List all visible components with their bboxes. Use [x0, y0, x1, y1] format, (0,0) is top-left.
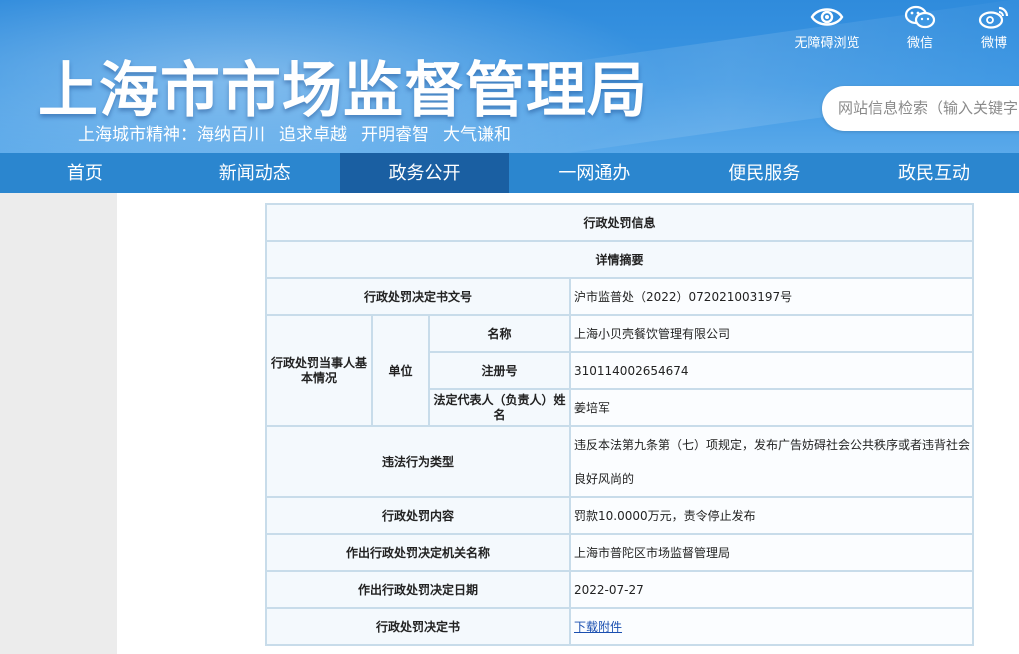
table-row: 行政处罚当事人基本情况 单位 名称 上海小贝壳餐饮管理有限公司 [265, 314, 975, 427]
table-subtitle: 详情摘要 [264, 240, 975, 279]
registration-label: 注册号 [428, 351, 571, 390]
registration-value: 310114002654674 [568, 351, 975, 390]
city-spirit-slogan: 上海城市精神：海纳百川 追求卓越 开明睿智 大气谦和 [78, 120, 525, 145]
spirit-phrase: 追求卓越 [279, 125, 347, 145]
site-title: 上海市市场监督管理局 [38, 56, 648, 126]
wechat-button[interactable]: 微信 [880, 4, 960, 51]
site-header: 上海市市场监督管理局 上海城市精神：海纳百川 追求卓越 开明睿智 大气谦和 无障碍浏览… [0, 0, 1019, 153]
decision-date-value: 2022-07-27 [568, 570, 975, 609]
authority-label: 作出行政处罚决定机关名称 [265, 533, 571, 572]
spirit-phrase: 海纳百川 [197, 125, 265, 145]
spirit-phrase: 开明睿智 [361, 125, 429, 145]
table-row: 行政处罚内容 罚款10.0000万元，责令停止发布 [265, 496, 975, 535]
nav-item-government-affairs[interactable]: 政务公开 [339, 153, 510, 193]
unit-label: 单位 [371, 314, 430, 427]
weibo-button[interactable]: 微博 [954, 4, 1019, 51]
site-search-input[interactable]: 网站信息检索（输入关键字 [822, 86, 1019, 131]
table-row: 作出行政处罚决定日期 2022-07-27 [265, 570, 975, 609]
table-title: 行政处罚信息 [264, 203, 975, 242]
penalty-content-value: 罚款10.0000万元，责令停止发布 [568, 496, 975, 535]
decision-document-label: 行政处罚决定书 [265, 607, 571, 646]
table-row: 作出行政处罚决定机关名称 上海市普陀区市场监督管理局 [265, 533, 975, 572]
weibo-icon [978, 6, 1009, 29]
nav-item-online-services[interactable]: 一网通办 [509, 153, 679, 193]
table-row: 详情摘要 [264, 240, 975, 279]
name-value: 上海小贝壳餐饮管理有限公司 [568, 314, 975, 353]
decision-date-label: 作出行政处罚决定日期 [265, 570, 571, 609]
legal-rep-value: 姜培军 [568, 388, 975, 427]
wechat-label: 微信 [906, 36, 933, 51]
eye-icon [810, 8, 844, 26]
violation-type-value: 违反本法第九条第（七）项规定，发布广告妨碍社会公共秩序或者违背社会良好风尚的 [568, 425, 975, 498]
nav-item-news[interactable]: 新闻动态 [170, 153, 340, 193]
accessibility-button[interactable]: 无障碍浏览 [787, 4, 867, 51]
penalty-detail-table: 行政处罚信息 详情摘要 行政处罚决定书文号 沪市监普处（2022）0720210… [264, 203, 975, 646]
table-row: 行政处罚决定书文号 沪市监普处（2022）072021003197号 [265, 277, 975, 316]
table-row: 行政处罚信息 [264, 203, 975, 242]
authority-value: 上海市普陀区市场监督管理局 [568, 533, 975, 572]
nav-item-home[interactable]: 首页 [0, 153, 170, 193]
legal-rep-label: 法定代表人（负责人）姓名 [428, 388, 571, 427]
decision-document-value: 下载附件 [568, 607, 975, 646]
name-label: 名称 [428, 314, 571, 353]
download-attachment-link[interactable]: 下载附件 [574, 620, 622, 634]
wechat-icon [904, 5, 936, 29]
spirit-phrase: 大气谦和 [443, 125, 511, 145]
main-nav: 首页 新闻动态 政务公开 一网通办 便民服务 政民互动 [0, 153, 1019, 193]
penalty-content-label: 行政处罚内容 [265, 496, 571, 535]
table-row: 行政处罚决定书 下载附件 [265, 607, 975, 646]
nav-item-convenience-services[interactable]: 便民服务 [679, 153, 849, 193]
doc-number-value: 沪市监普处（2022）072021003197号 [568, 277, 975, 316]
party-info-label: 行政处罚当事人基本情况 [265, 314, 373, 427]
spirit-label: 上海城市精神： [78, 125, 197, 145]
weibo-label: 微博 [980, 36, 1007, 51]
violation-type-label: 违法行为类型 [265, 425, 571, 498]
nav-item-interaction[interactable]: 政民互动 [849, 153, 1019, 193]
table-row: 违法行为类型 违反本法第九条第（七）项规定，发布广告妨碍社会公共秩序或者违背社会… [265, 425, 975, 498]
accessibility-label: 无障碍浏览 [794, 36, 860, 51]
doc-number-label: 行政处罚决定书文号 [265, 277, 571, 316]
